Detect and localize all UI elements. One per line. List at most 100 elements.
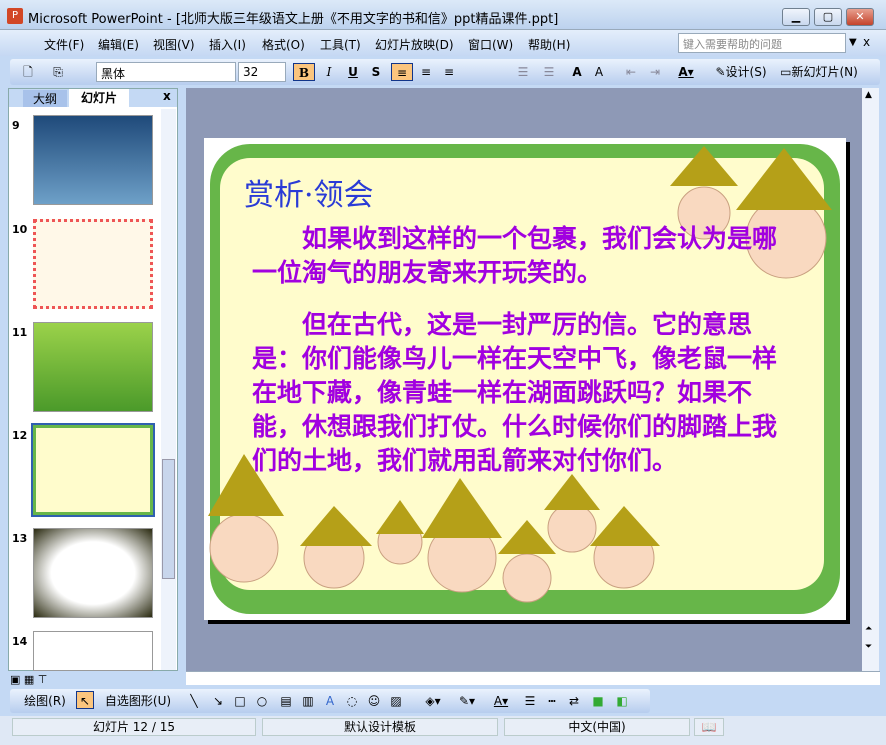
menu-window[interactable]: 窗口(W) xyxy=(468,36,513,53)
slide-thumbnail-10[interactable] xyxy=(33,219,153,309)
align-left-icon[interactable]: ≡ xyxy=(391,63,413,81)
canvas-scrollbar[interactable]: ▲ ⏶ ⏷ xyxy=(862,88,879,671)
italic-button[interactable]: I xyxy=(318,63,340,81)
autoshapes-menu[interactable]: 自选图形(U) xyxy=(102,692,174,710)
align-right-icon[interactable]: ≡ xyxy=(438,63,460,81)
menu-help[interactable]: 帮助(H) xyxy=(528,36,570,53)
slide-thumbnail-13[interactable] xyxy=(33,528,153,618)
textbox-icon[interactable]: ▤ xyxy=(278,692,294,710)
3d-style-icon[interactable]: ◧ xyxy=(614,692,630,710)
thumb-number: 14 xyxy=(12,635,28,648)
design-label: 设计(S) xyxy=(725,65,767,79)
clipart-icon[interactable]: ☺ xyxy=(366,692,382,710)
thumb-number: 13 xyxy=(12,532,28,545)
arrow-icon[interactable]: ↘ xyxy=(210,692,226,710)
pane-tabs: 大纲 幻灯片 x xyxy=(9,89,177,107)
new-slide-button[interactable]: ▭新幻灯片(N) xyxy=(774,63,864,81)
scroll-thumb[interactable] xyxy=(162,459,175,579)
menu-format[interactable]: 格式(O) xyxy=(262,36,305,53)
close-button[interactable]: ✕ xyxy=(846,8,874,26)
slide-canvas: 赏析·领会 如果收到这样的一个包裹，我们会认为是哪一位淘气的朋友寄来开玩笑的。 … xyxy=(186,88,862,671)
decrease-indent-icon[interactable]: ⇤ xyxy=(620,63,642,81)
picture-icon[interactable]: ▨ xyxy=(388,692,404,710)
thumb-number: 10 xyxy=(12,223,28,236)
drawing-toolbar: 绘图(R) ↖ 自选图形(U) ╲ ↘ □ ○ ▤ ▥ A ◌ ☺ ▨ ◈▾ ✎… xyxy=(10,689,650,713)
thumb-number: 11 xyxy=(12,326,28,339)
new-slide-label: 新幻灯片(N) xyxy=(791,65,858,79)
slides-pane: 大纲 幻灯片 x 9 10 11 12 13 14 xyxy=(8,88,178,671)
tab-slides[interactable]: 幻灯片 xyxy=(69,89,129,107)
next-slide-icon[interactable]: ⏷ xyxy=(865,642,872,652)
view-buttons[interactable]: ▣ ▦ ⊤ xyxy=(10,673,47,686)
status-slide-number: 幻灯片 12 / 15 xyxy=(12,718,256,736)
menu-insert[interactable]: 插入(I) xyxy=(209,36,246,53)
close-menu-icon[interactable]: x xyxy=(863,35,870,49)
wordart-icon[interactable]: A xyxy=(322,692,338,710)
window-title: Microsoft PowerPoint - [北师大版三年级语文上册《不用文字… xyxy=(28,12,559,27)
status-bar: 幻灯片 12 / 15 默认设计模板 中文(中国) 📖 xyxy=(0,716,886,745)
menu-edit[interactable]: 编辑(E) xyxy=(98,36,139,53)
slide-thumbnail-12[interactable] xyxy=(31,423,155,517)
title-bar: P Microsoft PowerPoint - [北师大版三年级语文上册《不用… xyxy=(0,0,886,30)
pane-scrollbar[interactable] xyxy=(161,109,176,670)
diagram-icon[interactable]: ◌ xyxy=(344,692,360,710)
bold-button[interactable]: B xyxy=(293,63,315,81)
select-pointer-icon[interactable]: ↖ xyxy=(76,691,94,709)
increase-indent-icon[interactable]: ⇥ xyxy=(644,63,666,81)
powerpoint-icon[interactable]: P xyxy=(7,8,23,24)
numbering-icon[interactable]: ☰ xyxy=(512,63,534,81)
draw-menu[interactable]: 绘图(R) xyxy=(18,692,72,710)
thumb-number: 12 xyxy=(12,429,28,442)
slide-paragraph-2[interactable]: 但在古代，这是一封严厉的信。它的意思是：你们能像鸟儿一样在天空中飞，像老鼠一样在… xyxy=(252,308,782,478)
font-size-select[interactable]: 32 xyxy=(238,62,286,82)
arrow-style-icon[interactable]: ⇄ xyxy=(566,692,582,710)
font-color-drawing-icon[interactable]: A▾ xyxy=(488,692,514,710)
design-icon: ✎ xyxy=(715,65,726,79)
font-select[interactable]: 黑体 xyxy=(96,62,236,82)
minimize-button[interactable]: ▁ xyxy=(782,8,810,26)
menu-view[interactable]: 视图(V) xyxy=(153,36,195,53)
formatting-toolbar: 🗋 ⎘ 黑体 32 B I U S ≡ ≡ ≡ ☰ ☰ A A ⇤ ⇥ A▾ ✎… xyxy=(10,59,880,85)
underline-button[interactable]: U xyxy=(342,63,364,81)
prev-slide-icon[interactable]: ⏶ xyxy=(865,624,872,634)
slide[interactable]: 赏析·领会 如果收到这样的一个包裹，我们会认为是哪一位淘气的朋友寄来开玩笑的。 … xyxy=(204,138,846,620)
fill-color-icon[interactable]: ◈▾ xyxy=(420,692,446,710)
slide-thumbnail-11[interactable] xyxy=(33,322,153,412)
new-document-icon[interactable]: 🗋 xyxy=(20,63,36,81)
dash-style-icon[interactable]: ┅ xyxy=(544,692,560,710)
tab-outline[interactable]: 大纲 xyxy=(23,90,67,107)
menu-tools[interactable]: 工具(T) xyxy=(320,36,361,53)
design-button[interactable]: ✎设计(S) xyxy=(710,63,772,81)
vertical-textbox-icon[interactable]: ▥ xyxy=(300,692,316,710)
menu-file[interactable]: 文件(F) xyxy=(44,36,84,53)
increase-font-icon[interactable]: A xyxy=(566,63,588,81)
slide-thumbnail-9[interactable] xyxy=(33,115,153,205)
slide-title[interactable]: 赏析·领会 xyxy=(244,170,374,214)
help-search-input[interactable]: 键入需要帮助的问题 xyxy=(678,33,846,53)
scroll-up-icon[interactable]: ▲ xyxy=(865,90,872,100)
close-pane-button[interactable]: x xyxy=(163,89,171,103)
help-dropdown-icon[interactable]: ▼ xyxy=(849,37,857,48)
bullets-icon[interactable]: ☰ xyxy=(538,63,560,81)
rectangle-icon[interactable]: □ xyxy=(232,692,248,710)
slide-thumbnail-14[interactable] xyxy=(33,631,153,671)
shadow-button[interactable]: S xyxy=(365,63,387,81)
status-language: 中文(中国) xyxy=(504,718,690,736)
line-color-icon[interactable]: ✎▾ xyxy=(454,692,480,710)
align-center-icon[interactable]: ≡ xyxy=(415,63,437,81)
spelling-icon[interactable]: 📖 xyxy=(694,718,724,736)
new-slide-icon: ▭ xyxy=(780,65,792,79)
shadow-style-icon[interactable]: ■ xyxy=(590,692,606,710)
maximize-button[interactable]: ▢ xyxy=(814,8,842,26)
slide-paragraph-1[interactable]: 如果收到这样的一个包裹，我们会认为是哪一位淘气的朋友寄来开玩笑的。 xyxy=(252,222,782,290)
notes-pane[interactable] xyxy=(186,671,880,685)
decrease-font-icon[interactable]: A xyxy=(588,63,610,81)
line-style-icon[interactable]: ☰ xyxy=(522,692,538,710)
copy-icon[interactable]: ⎘ xyxy=(50,63,66,81)
font-color-icon[interactable]: A▾ xyxy=(672,63,700,81)
line-icon[interactable]: ╲ xyxy=(186,692,202,710)
thumb-number: 9 xyxy=(12,119,20,132)
oval-icon[interactable]: ○ xyxy=(254,692,270,710)
status-template: 默认设计模板 xyxy=(262,718,498,736)
menu-slideshow[interactable]: 幻灯片放映(D) xyxy=(375,36,454,53)
